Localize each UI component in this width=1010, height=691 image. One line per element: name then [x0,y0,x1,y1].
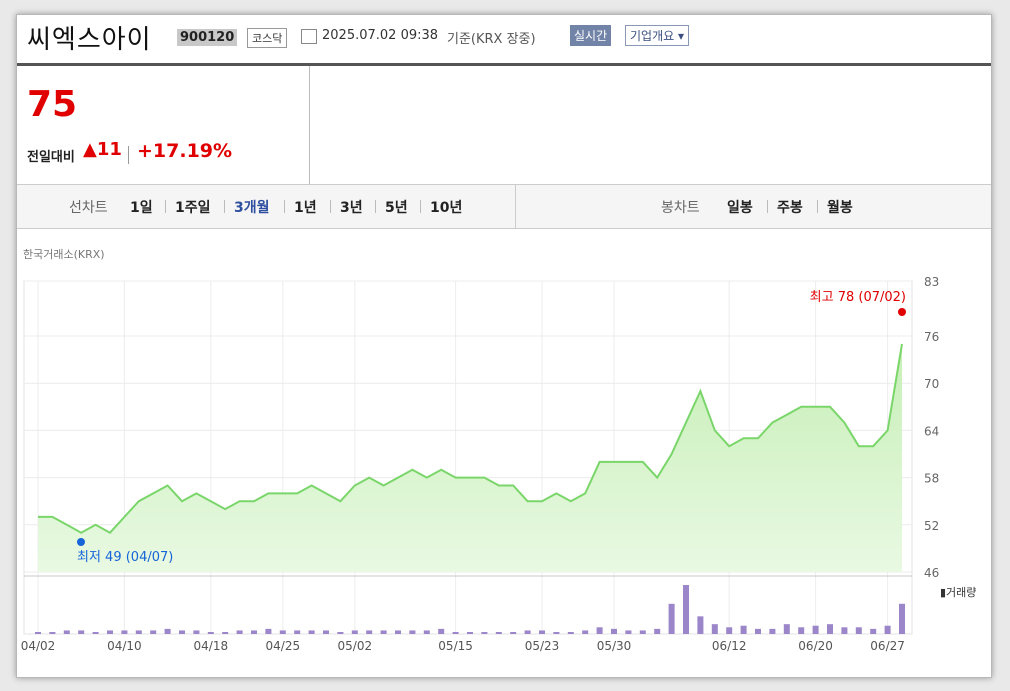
price-chart: 46 52 58 64 70 76 83 04/02 04/10 04/18 04/25 05/02 0… [21,275,977,653]
x-tick-label: 05/15 [438,639,473,653]
volume-bar [467,632,473,634]
volume-bar [92,632,99,634]
volume-bar [812,625,819,634]
volume-bar [625,630,632,634]
volume-bar [855,627,862,634]
volume-bar [193,630,200,634]
volume-bar [553,632,560,634]
volume-legend: ▮거래량 [940,586,976,599]
price-area [38,343,902,572]
volume-bar [337,632,344,634]
volume-bar [639,630,646,634]
y-tick-label: 46 [924,566,939,580]
volume-bar [798,627,805,634]
volume-bar [683,585,689,634]
volume-bar [582,630,589,634]
volume-bar [395,630,401,634]
volume-bar [596,627,603,634]
volume-bar [870,628,877,634]
volume-bar [740,625,747,634]
volume-bar [726,627,733,634]
volume-bar [611,628,617,634]
volume-bar [438,628,445,634]
volume-bar [841,627,848,634]
volume-bar [308,630,315,634]
low-marker [77,538,85,546]
x-tick-label: 04/10 [107,639,142,653]
volume-bar [899,603,905,634]
volume-bar [251,630,257,634]
volume-bar [265,628,272,634]
x-tick-label: 04/02 [21,639,56,653]
volume-bar [539,630,545,634]
volume-bar [236,630,243,634]
chart-widget: 씨엑스아이 900120 코스닥 2025.07.02 09:38 기준(KRX… [16,14,992,678]
volume-bar [279,630,286,634]
volume-bar [294,630,301,634]
volume-bar [351,630,358,634]
volume-bar [481,632,488,634]
volume-bar [164,628,171,634]
volume-bar [121,630,128,634]
volume-bar [755,628,761,634]
volume-bar [884,625,891,634]
x-tick-label: 06/20 [798,639,833,653]
y-tick-label: 83 [924,275,939,289]
x-tick-label: 04/25 [266,639,301,653]
volume-bar [423,630,430,634]
volume-bar [135,630,142,634]
volume-bar [207,632,214,634]
volume-bar [49,632,56,634]
volume-bar [179,630,185,634]
volume-bar [783,624,790,634]
volume-bar [668,603,675,634]
volume-bar [366,630,373,634]
volume-bar [654,628,661,634]
volume-bar [495,632,502,634]
volume-bar [409,630,416,634]
volume-bar [524,630,531,634]
y-tick-label: 52 [924,519,939,533]
volume-bar [380,630,387,634]
volume-bar [78,630,85,634]
y-tick-label: 70 [924,377,939,391]
volume-bar [150,630,157,634]
y-tick-label: 64 [924,424,939,438]
x-tick-label: 05/02 [338,639,373,653]
high-marker [898,308,906,316]
x-tick-label: 05/23 [525,639,560,653]
volume-bar [323,630,329,634]
high-label: 최고 78 (07/02) [810,290,906,305]
volume-bar [711,624,718,634]
low-label: 최저 49 (04/07) [77,550,173,565]
volume-bar [107,630,113,634]
volume-bar [35,632,41,634]
volume-bar [452,632,459,634]
volume-bar [63,630,70,634]
volume-bar [567,632,574,634]
x-tick-label: 05/30 [597,639,632,653]
volume-bar [510,632,517,634]
volume-bar [697,616,704,634]
x-tick-label: 04/18 [194,639,229,653]
y-tick-label: 58 [924,472,939,486]
x-tick-label: 06/12 [712,639,747,653]
volume-bar [222,632,229,634]
y-tick-label: 76 [924,330,939,344]
volume-bar [769,628,776,634]
x-tick-label: 06/27 [870,639,905,653]
volume-bar [827,624,833,634]
